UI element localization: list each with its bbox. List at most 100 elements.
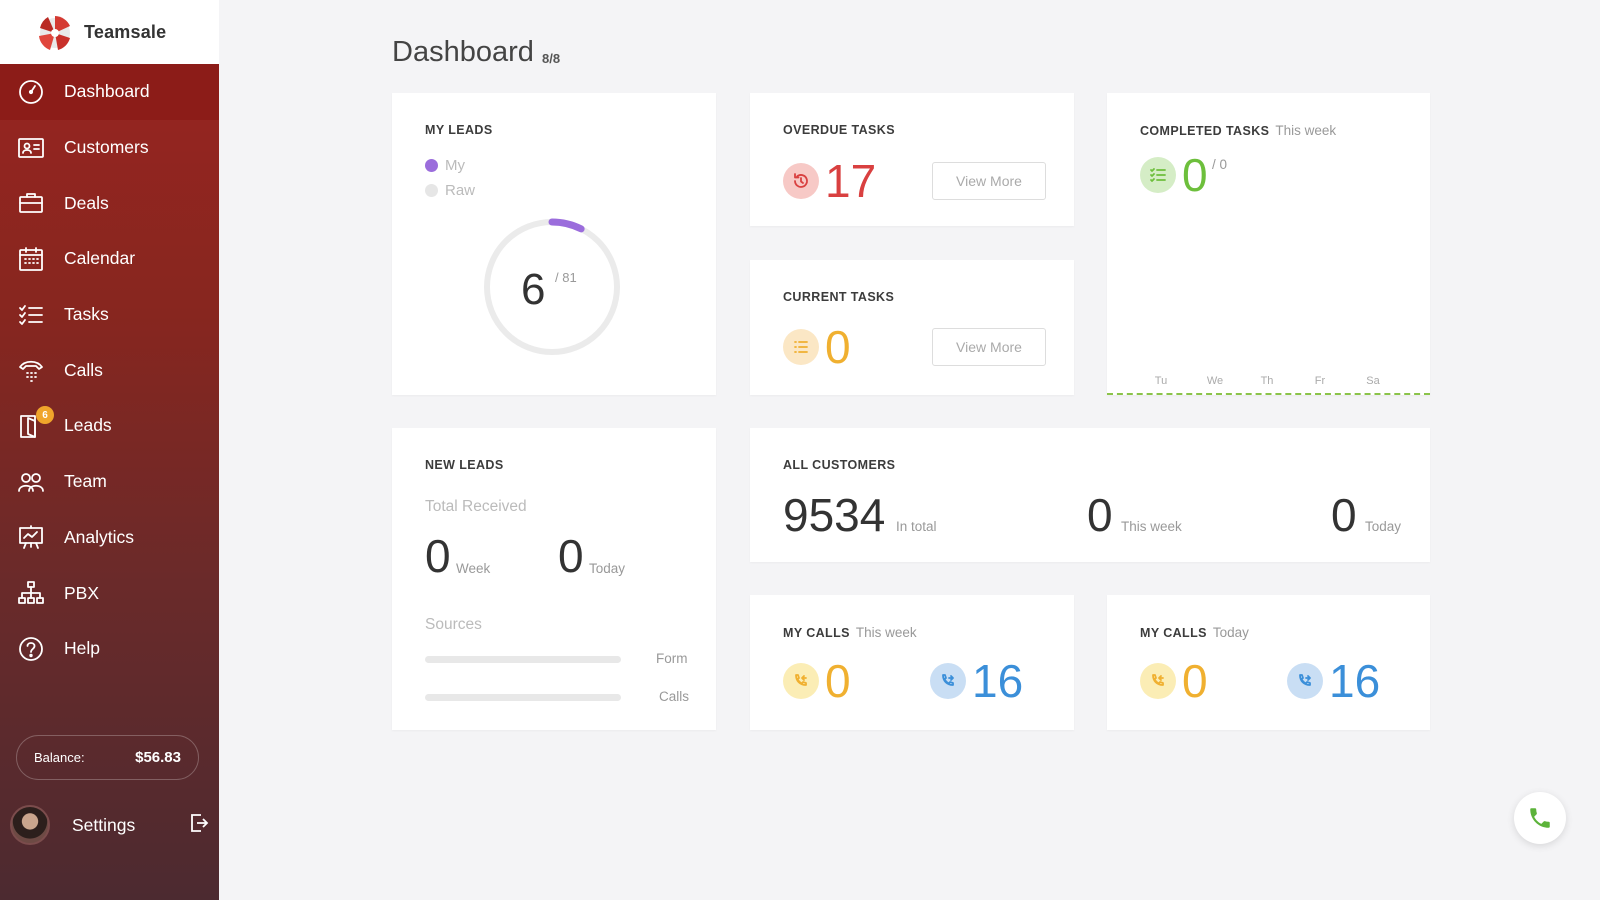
ring-track xyxy=(484,219,620,355)
source-label-calls: Calls xyxy=(659,689,690,704)
sidebar-item-leads[interactable]: 6 Leads xyxy=(0,398,219,454)
legend-label: My xyxy=(445,157,465,174)
my-leads-total: / 81 xyxy=(555,270,577,285)
sidebar-item-help[interactable]: Help xyxy=(0,621,219,677)
day-label: Sa xyxy=(1366,375,1380,387)
completed-tasks-total: / 0 xyxy=(1212,157,1228,172)
card-title: COMPLETED TASKS This week xyxy=(1140,123,1336,138)
sidebar-item-label: PBX xyxy=(64,582,100,603)
customers-total-value: 9534 xyxy=(783,489,886,541)
new-leads-week-value: 0 xyxy=(425,530,451,582)
sidebar-item-label: Calendar xyxy=(64,248,136,269)
my-calls-today-card: MY CALLS Today 0 16 xyxy=(1107,595,1430,730)
new-leads-card: NEW LEADS Total Received 0 Week 0 Today … xyxy=(392,428,716,730)
new-leads-week-label: Week xyxy=(456,561,491,576)
sidebar-item-label: Deals xyxy=(64,192,109,213)
current-view-more-button[interactable]: View More xyxy=(932,328,1046,366)
sidebar-item-label: Team xyxy=(64,471,107,492)
phone-dialer-button[interactable] xyxy=(1514,792,1566,844)
avatar[interactable] xyxy=(10,805,50,845)
customers-total-label: In total xyxy=(896,519,937,534)
customers-week-value: 0 xyxy=(1087,489,1113,541)
sidebar-item-analytics[interactable]: Analytics xyxy=(0,510,219,566)
sources-label: Sources xyxy=(425,616,482,633)
all-customers-card: ALL CUSTOMERS 9534 In total 0 This week … xyxy=(750,428,1430,562)
sidebar-item-dashboard[interactable]: Dashboard xyxy=(0,64,219,120)
card-title: MY LEADS xyxy=(425,123,493,137)
widget-count: 8/8 xyxy=(542,51,561,66)
customers-today-value: 0 xyxy=(1331,489,1357,541)
source-label-form: Form xyxy=(656,651,688,666)
current-tasks-card: CURRENT TASKS 0 View More xyxy=(750,260,1074,395)
card-title-text: COMPLETED TASKS xyxy=(1140,124,1270,138)
card-title: MY CALLS Today xyxy=(1140,625,1249,640)
completed-baseline xyxy=(1107,393,1430,395)
sidebar-item-pbx[interactable]: PBX xyxy=(0,565,219,621)
sidebar-item-label: Tasks xyxy=(64,304,109,325)
outgoing-call-icon xyxy=(930,663,966,699)
sidebar-item-label: Leads xyxy=(64,415,112,436)
completed-tasks-value: 0 xyxy=(1182,149,1208,201)
incoming-call-icon xyxy=(783,663,819,699)
card-title: NEW LEADS xyxy=(425,458,504,472)
outgoing-call-icon xyxy=(1287,663,1323,699)
day-label: We xyxy=(1206,375,1224,387)
calls-week-incoming-value: 0 xyxy=(825,655,851,707)
day-label: Tu xyxy=(1154,375,1168,387)
my-leads-value: 6 xyxy=(521,265,546,314)
sidebar-item-team[interactable]: Team xyxy=(0,454,219,510)
teamsale-logo-icon xyxy=(36,12,74,52)
sidebar-item-deals[interactable]: Deals xyxy=(0,175,219,231)
gauge-icon xyxy=(16,77,46,107)
card-title-text: MY CALLS xyxy=(783,626,850,640)
team-icon xyxy=(16,467,46,497)
legend-item-my[interactable]: My xyxy=(425,157,465,174)
completed-tasks-card: COMPLETED TASKS This week 0 / 0 Tu We Th … xyxy=(1107,93,1430,395)
sidebar-item-calls[interactable]: Calls xyxy=(0,342,219,398)
sidebar-item-label: Calls xyxy=(64,359,103,380)
card-subtitle: This week xyxy=(1275,123,1337,138)
card-subtitle: This week xyxy=(855,625,917,640)
leads-badge: 6 xyxy=(36,406,54,425)
sidebar-item-tasks[interactable]: Tasks xyxy=(0,287,219,343)
new-leads-today-value: 0 xyxy=(558,530,584,582)
card-title: MY CALLS This week xyxy=(783,625,917,640)
balance-label: Balance: xyxy=(34,750,85,765)
source-bar-calls xyxy=(425,694,621,701)
settings-row[interactable]: Settings xyxy=(10,805,210,845)
customers-today-label: Today xyxy=(1365,519,1402,534)
settings-link[interactable]: Settings xyxy=(72,815,188,836)
briefcase-icon xyxy=(16,188,46,218)
balance-value: $56.83 xyxy=(135,749,181,766)
legend-dot xyxy=(425,184,438,197)
sidebar-item-label: Analytics xyxy=(64,526,135,547)
phone-icon xyxy=(1530,808,1550,828)
calls-today-incoming-value: 0 xyxy=(1182,655,1208,707)
sidebar-item-label: Dashboard xyxy=(64,81,150,102)
legend-dot xyxy=(425,159,438,172)
app-name: Teamsale xyxy=(84,21,167,42)
source-bar-form xyxy=(425,656,621,663)
overdue-tasks-value: 17 xyxy=(825,155,877,207)
overdue-tasks-card: OVERDUE TASKS 17 View More xyxy=(750,93,1074,226)
card-title: CURRENT TASKS xyxy=(783,290,895,304)
overdue-view-more-button[interactable]: View More xyxy=(932,162,1046,200)
legend-item-raw[interactable]: Raw xyxy=(425,182,475,199)
sidebar-item-customers[interactable]: Customers xyxy=(0,120,219,176)
card-subtitle: Today xyxy=(1212,625,1249,640)
my-calls-week-card: MY CALLS This week 0 16 xyxy=(750,595,1074,730)
day-label: Th xyxy=(1260,375,1274,387)
phone-icon xyxy=(16,355,46,385)
my-leads-card: MY LEADS My Raw 6 / 81 xyxy=(392,93,716,395)
balance-pill[interactable]: Balance: $56.83 xyxy=(16,735,199,780)
network-icon xyxy=(16,578,46,608)
brand[interactable]: Teamsale xyxy=(0,0,219,64)
presentation-chart-icon xyxy=(16,522,46,552)
sidebar-item-calendar[interactable]: Calendar xyxy=(0,231,219,287)
logout-icon[interactable] xyxy=(188,812,210,839)
calendar-icon xyxy=(16,244,46,274)
sidebar-item-label: Customers xyxy=(64,137,149,158)
incoming-call-icon xyxy=(1140,663,1176,699)
leads-ring-chart xyxy=(483,218,621,356)
total-received-label: Total Received xyxy=(425,498,527,515)
